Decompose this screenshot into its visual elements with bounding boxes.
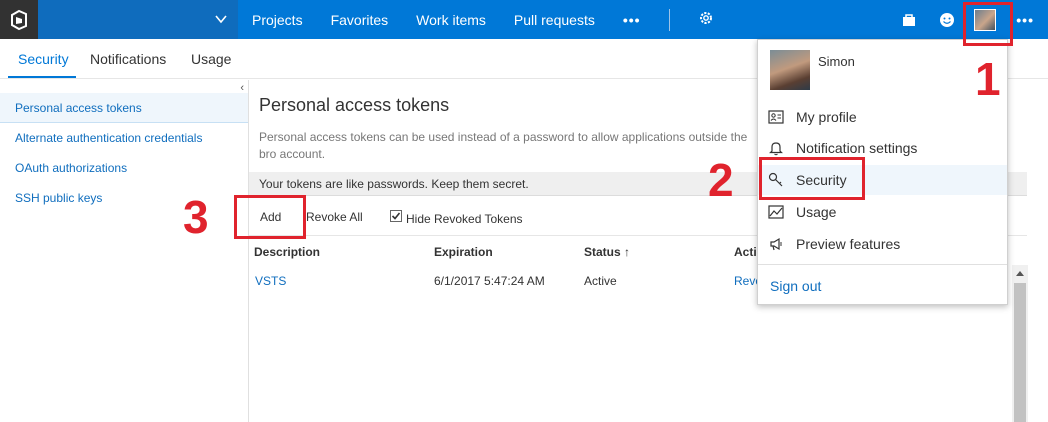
menu-item-usage[interactable]: Usage xyxy=(758,197,1007,227)
tab-usage[interactable]: Usage xyxy=(191,51,231,67)
active-tab-indicator xyxy=(8,76,76,78)
token-status: Active xyxy=(584,274,617,288)
sidebar-item-ssh-public-keys[interactable]: SSH public keys xyxy=(15,191,102,205)
security-sidebar: ‹ Personal access tokens Alternate authe… xyxy=(0,80,249,422)
revoke-all-button[interactable]: Revoke All xyxy=(306,210,363,224)
top-navigation-bar: Projects Favorites Work items Pull reque… xyxy=(0,0,1048,39)
page-description: Personal access tokens can be used inste… xyxy=(259,130,748,161)
menu-item-my-profile[interactable]: My profile xyxy=(758,102,1007,132)
menu-user-avatar xyxy=(770,50,810,90)
annotation-box-avatar xyxy=(963,2,1013,46)
chart-icon xyxy=(768,204,784,220)
menu-item-preview-features[interactable]: Preview features xyxy=(758,229,1007,259)
annotation-box-security xyxy=(759,157,865,200)
column-header-description[interactable]: Description xyxy=(254,245,320,259)
menu-item-label: Notification settings xyxy=(796,140,918,156)
nav-link-work-items[interactable]: Work items xyxy=(416,12,486,28)
token-expiration: 6/1/2017 5:47:24 AM xyxy=(434,274,545,288)
menu-item-label: Preview features xyxy=(796,236,901,252)
marketplace-bag-icon[interactable] xyxy=(898,9,920,31)
token-description-link[interactable]: VSTS xyxy=(255,274,286,288)
megaphone-icon xyxy=(768,236,784,252)
column-header-status[interactable]: Status ↑ xyxy=(584,245,630,259)
menu-divider xyxy=(758,264,1007,265)
nav-link-pull-requests[interactable]: Pull requests xyxy=(514,12,595,28)
hide-revoked-label[interactable]: Hide Revoked Tokens xyxy=(406,212,523,226)
project-selector-dropdown[interactable] xyxy=(38,0,238,39)
sidebar-item-alternate-credentials[interactable]: Alternate authentication credentials xyxy=(15,131,202,145)
scrollbar-thumb[interactable] xyxy=(1014,283,1026,422)
nav-link-favorites[interactable]: Favorites xyxy=(331,12,389,28)
sidebar-item-personal-access-tokens[interactable]: Personal access tokens xyxy=(15,101,142,115)
smiley-feedback-icon[interactable] xyxy=(936,9,958,31)
nav-link-projects[interactable]: Projects xyxy=(252,12,303,28)
nav-more-icon[interactable]: ••• xyxy=(623,12,641,28)
annotation-number-2: 2 xyxy=(708,154,734,206)
scroll-up-arrow-icon[interactable] xyxy=(1012,265,1028,281)
tab-notifications[interactable]: Notifications xyxy=(90,51,166,67)
menu-item-label: My profile xyxy=(796,109,857,125)
nav-divider xyxy=(668,8,670,31)
tab-security[interactable]: Security xyxy=(18,51,69,67)
sidebar-item-oauth-authorizations[interactable]: OAuth authorizations xyxy=(15,161,127,175)
annotation-number-3: 3 xyxy=(183,191,209,243)
vsts-logo-icon[interactable] xyxy=(0,0,38,39)
sign-out-link[interactable]: Sign out xyxy=(770,278,821,294)
page-title: Personal access tokens xyxy=(259,95,450,115)
hide-revoked-checkbox[interactable] xyxy=(390,210,402,222)
warning-text: Your tokens are like passwords. Keep the… xyxy=(259,177,529,191)
menu-item-label: Usage xyxy=(796,204,837,220)
bell-icon xyxy=(768,140,784,156)
column-header-expiration[interactable]: Expiration xyxy=(434,245,493,259)
chevron-down-icon xyxy=(214,12,228,29)
annotation-box-add xyxy=(234,195,306,239)
annotation-number-1: 1 xyxy=(975,53,1001,105)
contact-card-icon xyxy=(768,109,784,125)
more-options-icon[interactable]: ••• xyxy=(1016,12,1034,28)
menu-user-name: Simon xyxy=(818,54,855,69)
gear-icon[interactable] xyxy=(698,10,714,29)
